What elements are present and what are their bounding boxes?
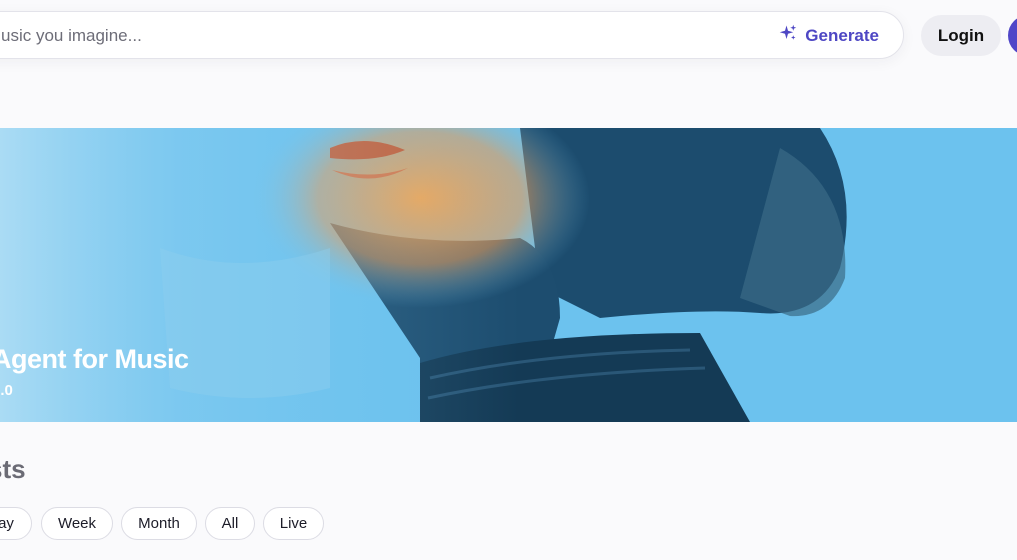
filter-chip-month[interactable]: Month: [121, 507, 197, 540]
filter-chip-live[interactable]: Live: [263, 507, 324, 540]
section-title: sts: [0, 454, 26, 484]
filter-chip-day[interactable]: ay: [0, 507, 32, 540]
filter-chip-week[interactable]: Week: [41, 507, 113, 540]
banner-image: [0, 128, 1017, 422]
banner-title: Agent for Music: [0, 344, 189, 374]
login-button[interactable]: Login: [921, 15, 1001, 56]
generate-label: Generate: [805, 25, 879, 45]
filter-chip-all[interactable]: All: [205, 507, 255, 540]
generate-button[interactable]: Generate: [779, 24, 879, 47]
search-input[interactable]: usic you imagine...: [1, 26, 142, 46]
sparkle-icon: [779, 24, 797, 47]
search-bar[interactable]: usic you imagine... Generate: [0, 11, 904, 59]
hero-banner[interactable]: [0, 128, 1017, 422]
avatar[interactable]: [1008, 15, 1017, 56]
banner-subtitle: 2.0: [0, 382, 13, 399]
